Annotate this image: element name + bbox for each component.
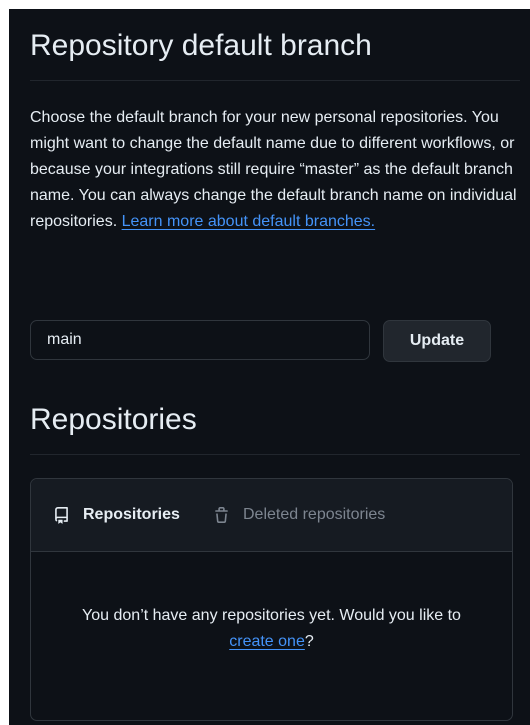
- empty-state-message: You don’t have any repositories yet. Wou…: [31, 603, 512, 655]
- tab-repositories[interactable]: Repositories: [53, 479, 180, 551]
- heading-divider: [30, 80, 520, 81]
- repositories-box: Repositories Deleted repositories You do…: [30, 478, 513, 721]
- repositories-divider: [30, 454, 520, 455]
- trash-icon: [215, 506, 228, 523]
- description-text: Choose the default branch for your new p…: [30, 109, 517, 230]
- update-button[interactable]: Update: [383, 320, 491, 362]
- settings-panel: Repository default branch Choose the def…: [9, 9, 530, 725]
- default-branch-heading: Repository default branch: [30, 29, 372, 62]
- tab-deleted-label: Deleted repositories: [243, 506, 386, 523]
- repositories-heading: Repositories: [30, 403, 197, 436]
- default-branch-input[interactable]: [30, 320, 370, 360]
- tab-deleted-repositories[interactable]: Deleted repositories: [213, 479, 385, 551]
- default-branch-description: Choose the default branch for your new p…: [30, 105, 520, 235]
- create-repository-link[interactable]: create one: [229, 633, 305, 650]
- empty-state-suffix: ?: [304, 633, 314, 650]
- empty-state-text: You don’t have any repositories yet. Wou…: [82, 607, 461, 624]
- learn-more-link[interactable]: Learn more about default branches.: [122, 213, 376, 230]
- repo-icon: [55, 506, 68, 524]
- repositories-tabs: Repositories Deleted repositories: [31, 479, 512, 552]
- tab-repositories-label: Repositories: [83, 506, 180, 523]
